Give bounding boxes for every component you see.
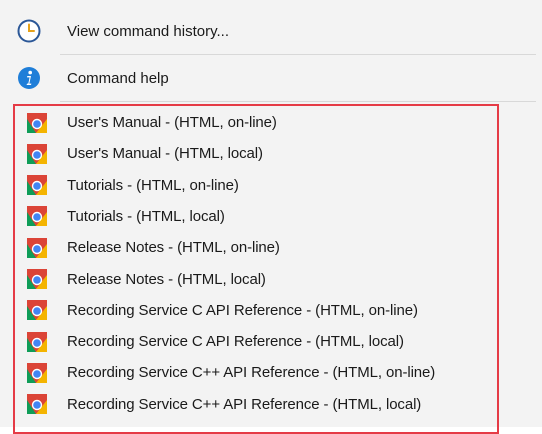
help-menu: View command history... Command help Use… <box>0 0 542 434</box>
menu-item-view-command-history[interactable]: View command history... <box>0 8 542 54</box>
menu-item-label: Recording Service C API Reference - (HTM… <box>67 301 418 319</box>
chrome-browser-icon <box>27 206 47 227</box>
menu-item-label: Tutorials - (HTML, on-line) <box>67 176 239 194</box>
menu-item-label: View command history... <box>67 22 230 40</box>
menu-item-label: Recording Service C++ API Reference - (H… <box>67 395 422 413</box>
chrome-browser-icon <box>27 394 47 415</box>
clock-icon <box>17 19 41 43</box>
menu-item-documentation[interactable]: Recording Service C API Reference - (HTM… <box>0 295 542 326</box>
menu-item-label: Recording Service C API Reference - (HTM… <box>67 333 404 351</box>
chrome-browser-icon <box>27 143 47 164</box>
menu-item-label: Release Notes - (HTML, on-line) <box>67 239 280 257</box>
info-icon <box>18 67 40 89</box>
menu-item-documentation[interactable]: Release Notes - (HTML, on-line) <box>0 232 542 263</box>
chrome-browser-icon <box>27 362 47 383</box>
menu-item-documentation[interactable]: Tutorials - (HTML, on-line) <box>0 170 542 201</box>
menu-item-documentation[interactable]: Release Notes - (HTML, local) <box>0 264 542 295</box>
menu-item-label: Tutorials - (HTML, local) <box>67 207 225 225</box>
menu-item-documentation[interactable]: Tutorials - (HTML, local) <box>0 201 542 232</box>
menu-item-label: Recording Service C++ API Reference - (H… <box>67 364 436 382</box>
menu-item-command-help[interactable]: Command help <box>0 55 542 101</box>
menu-item-label: Command help <box>67 69 169 87</box>
menu-item-label: User's Manual - (HTML, on-line) <box>67 114 277 131</box>
chrome-browser-icon <box>27 237 47 258</box>
menu-item-documentation[interactable]: User's Manual - (HTML, on-line) <box>0 107 542 138</box>
chrome-browser-icon <box>27 175 47 196</box>
menu-item-documentation[interactable]: Recording Service C API Reference - (HTM… <box>0 326 542 357</box>
menu-item-documentation[interactable]: Recording Service C++ API Reference - (H… <box>0 389 542 420</box>
menu-separator <box>60 101 536 102</box>
chrome-browser-icon <box>27 269 47 289</box>
menu-item-documentation[interactable]: Recording Service C++ API Reference - (H… <box>0 357 542 388</box>
chrome-browser-icon <box>27 300 47 321</box>
chrome-browser-icon <box>27 112 47 133</box>
chrome-browser-icon <box>27 331 47 352</box>
menu-item-label: Release Notes - (HTML, local) <box>67 270 266 288</box>
menu-item-documentation[interactable]: User's Manual - (HTML, local) <box>0 138 542 169</box>
menu-item-label: User's Manual - (HTML, local) <box>67 145 263 163</box>
